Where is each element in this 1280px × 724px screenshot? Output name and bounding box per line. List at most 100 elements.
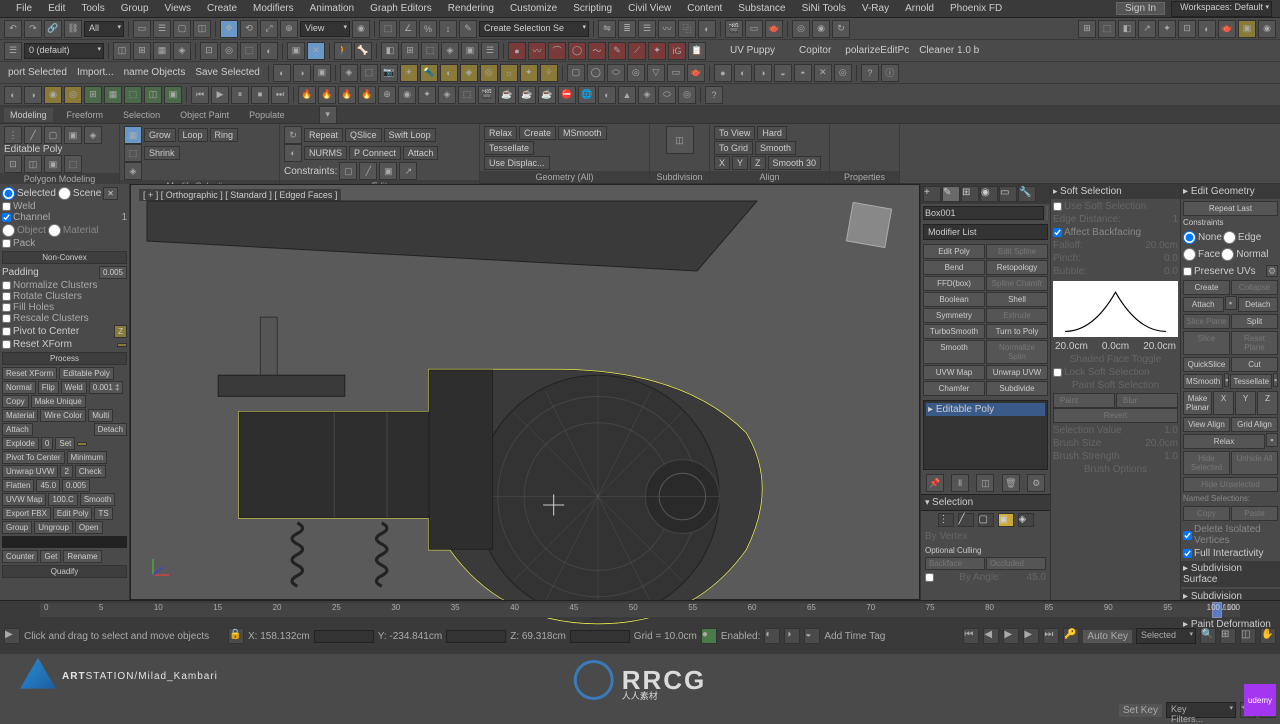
spline-t7-icon[interactable]: ⟋ <box>628 42 646 60</box>
select-move-icon[interactable]: ✥ <box>220 20 238 38</box>
qslice-button[interactable]: QSlice <box>345 128 382 142</box>
weld2-button[interactable]: Weld <box>61 381 87 394</box>
light-area-icon[interactable]: ◈ <box>460 64 478 82</box>
info-icon[interactable]: ⓘ <box>881 64 899 82</box>
fire-a-icon[interactable]: 🔥 <box>298 86 316 104</box>
t2l-icon[interactable]: ◈ <box>441 42 459 60</box>
ring-button[interactable]: Ring <box>210 128 239 142</box>
t4y-icon[interactable]: ▲ <box>618 86 636 104</box>
fire-d-icon[interactable]: 🔥 <box>358 86 376 104</box>
geometry-all-label[interactable]: Geometry (All) <box>480 171 649 183</box>
sel-element-icon[interactable]: ◈ <box>1018 513 1034 527</box>
del-iso-verts-check[interactable] <box>1183 531 1192 540</box>
collapse-button[interactable]: Collapse <box>1231 280 1278 295</box>
script-icon[interactable]: 📋 <box>688 42 706 60</box>
spline-t9-icon[interactable]: iG <box>668 42 686 60</box>
set-key-button[interactable]: Set Key <box>1119 704 1162 717</box>
undo-icon[interactable]: ↶ <box>4 20 22 38</box>
mod-chamfer[interactable]: Chamfer <box>923 381 985 396</box>
create-button[interactable]: Create <box>1183 280 1230 295</box>
cn-face-icon[interactable]: ▣ <box>379 162 397 180</box>
brush-str-val[interactable]: 1.0 <box>1164 451 1178 462</box>
tool-g-icon[interactable]: ↗ <box>1138 20 1156 38</box>
bone-icon[interactable]: 🦴 <box>354 42 372 60</box>
weld-check[interactable] <box>2 202 11 211</box>
t3s-icon[interactable]: ◒ <box>774 64 792 82</box>
mod-uvwmap[interactable]: UVW Map <box>923 365 985 380</box>
t2a-icon[interactable]: ▦ <box>153 42 171 60</box>
reset-plane-button[interactable]: Reset Plane <box>1231 331 1278 355</box>
subdivision-label[interactable]: Subdivision <box>650 171 709 183</box>
uvwmap-button[interactable]: UVW Map <box>2 493 46 506</box>
fire-c-icon[interactable]: 🔥 <box>338 86 356 104</box>
play-icon[interactable]: ▶ <box>211 86 229 104</box>
preserve-settings-icon[interactable]: ⚙ <box>1266 265 1278 277</box>
view-cube[interactable] <box>846 202 892 248</box>
select-region-icon[interactable]: ▢ <box>173 20 191 38</box>
constr-none-radio[interactable] <box>1183 231 1196 244</box>
menu-vray[interactable]: V-Ray <box>854 3 897 14</box>
t4w-icon[interactable]: ⬭ <box>658 86 676 104</box>
selection-filter-dropdown[interactable]: All <box>84 21 124 37</box>
display-tab-icon[interactable]: ▭ <box>999 186 1017 202</box>
help2-icon[interactable]: ? <box>705 86 723 104</box>
preserve-uvs-check[interactable] <box>1183 267 1192 276</box>
select-object-icon[interactable]: ▭ <box>133 20 151 38</box>
play-prev-icon[interactable]: ⏮ <box>191 86 209 104</box>
smooth-button[interactable]: Smooth <box>80 493 116 506</box>
window-crossing-icon[interactable]: ◫ <box>193 20 211 38</box>
pivot-check2[interactable] <box>2 327 11 336</box>
material-radio[interactable] <box>48 224 61 237</box>
to-view-button[interactable]: To View <box>714 126 755 140</box>
spline-t1-icon[interactable]: ● <box>508 42 526 60</box>
mod-extrude[interactable]: Extrude <box>986 308 1048 323</box>
t4v-icon[interactable]: ◎ <box>678 86 696 104</box>
uv-puppy-label[interactable]: UV Puppy <box>730 45 775 56</box>
object-color-swatch[interactable] <box>1046 206 1048 220</box>
t2d-icon[interactable]: ◎ <box>220 42 238 60</box>
tab-selection[interactable]: Selection <box>117 108 166 122</box>
flatten-button[interactable]: Flatten <box>2 479 34 492</box>
import-button[interactable]: Import... <box>73 67 118 78</box>
hierarchy-tab-icon[interactable]: ⊞ <box>961 186 979 202</box>
loop-button[interactable]: Loop <box>178 128 208 142</box>
cleaner-label[interactable]: Cleaner 1.0 b <box>919 45 979 56</box>
menu-customize[interactable]: Customize <box>502 3 565 14</box>
by-angle-value[interactable]: 45.0 <box>1027 572 1046 583</box>
soft-selection-header[interactable]: ▸ Soft Selection <box>1051 184 1180 199</box>
globe-icon[interactable]: 🌐 <box>578 86 596 104</box>
menu-content[interactable]: Content <box>679 3 730 14</box>
nav-zoomall-icon[interactable]: ⊞ <box>1220 628 1236 644</box>
geo-cone-icon[interactable]: ▽ <box>647 64 665 82</box>
spline-t3-icon[interactable]: ⌒ <box>548 42 566 60</box>
mod-splinechamf[interactable]: Spline Chamfr <box>986 276 1048 291</box>
falloff-val[interactable]: 20.0cm <box>1145 240 1178 251</box>
t2m-icon[interactable]: ▣ <box>461 42 479 60</box>
sel-poly-icon[interactable]: ▣ <box>998 513 1014 527</box>
add-time-tag-button[interactable]: Add Time Tag <box>824 631 885 642</box>
tool-i-icon[interactable]: ⊡ <box>1178 20 1196 38</box>
menu-create[interactable]: Create <box>199 3 245 14</box>
menu-tools[interactable]: Tools <box>73 3 112 14</box>
sel-value-val[interactable]: 1.0 <box>1164 425 1178 436</box>
mod-symmetry[interactable]: Symmetry <box>923 308 985 323</box>
hide-sel-button[interactable]: Hide Selected <box>1183 451 1230 475</box>
mod-shell[interactable]: Shell <box>986 292 1048 307</box>
t2j-icon[interactable]: ⊞ <box>401 42 419 60</box>
flat-val1[interactable]: 45.0 <box>36 479 60 492</box>
render-icon[interactable]: 🫖 <box>765 20 783 38</box>
attach-button[interactable]: Attach <box>2 423 33 436</box>
rescale-check[interactable] <box>2 314 11 323</box>
tool-e-icon[interactable]: ⬚ <box>1098 20 1116 38</box>
light-spot-icon[interactable]: 🔦 <box>420 64 438 82</box>
so-border-icon[interactable]: ▢ <box>44 126 62 144</box>
link-icon[interactable]: 🔗 <box>44 20 62 38</box>
backface-button[interactable]: Backface <box>925 557 985 570</box>
nav-zoom-icon[interactable]: 🔍 <box>1200 628 1216 644</box>
pin-stack-icon[interactable]: 📌 <box>926 474 944 492</box>
cup-c-icon[interactable]: ☕ <box>538 86 556 104</box>
pconnect-button[interactable]: P Connect <box>349 146 401 160</box>
schematic-icon[interactable]: ⿻ <box>678 20 696 38</box>
bubble-val[interactable]: 0.0 <box>1164 266 1178 277</box>
cn-norm-icon[interactable]: ↗ <box>399 162 417 180</box>
